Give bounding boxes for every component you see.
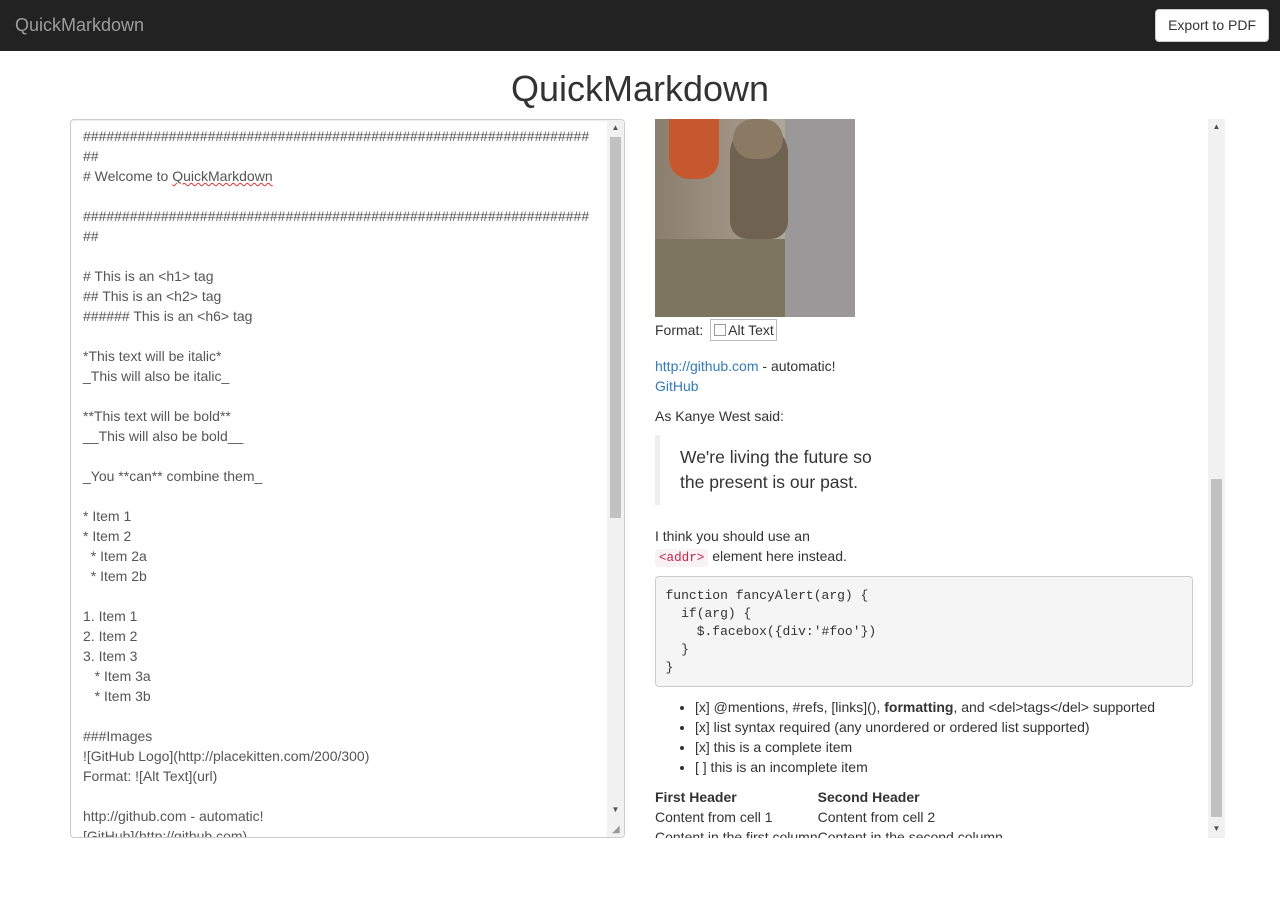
editor-scroll-thumb[interactable] <box>610 137 621 518</box>
autolink-suffix: - automatic! <box>758 358 836 374</box>
format-label: Format: <box>655 322 704 338</box>
editor-line: _This will also be italic_ <box>83 368 230 384</box>
scroll-down-arrow-icon[interactable]: ▼ <box>607 802 624 818</box>
editor-line: # This is an <h1> tag <box>83 268 214 284</box>
autolink-line: http://github.com - automatic! <box>655 356 836 376</box>
blockquote: We're living the future so the present i… <box>655 435 920 505</box>
editor-line: * Item 1 <box>83 508 132 524</box>
editor-line: *This text will be italic* <box>83 348 222 364</box>
editor-line: 1. Item 1 <box>83 608 138 624</box>
editor-line: _You **can** combine them_ <box>83 468 263 484</box>
table-cell: Content from cell 2 <box>817 809 936 825</box>
editor-line: ########################################… <box>83 208 590 224</box>
broken-image-alt: Alt Text <box>710 319 777 341</box>
markdown-table: First Header Second Header Content from … <box>655 787 1003 838</box>
table-cell: Content in the second column <box>817 829 1003 838</box>
editor-line: ###Images <box>83 728 153 744</box>
editor-line: ###### This is an <h6> tag <box>83 308 253 324</box>
resize-grip-icon[interactable]: ◢ <box>612 825 622 835</box>
editor-line: Format: ![Alt Text](url) <box>83 768 218 784</box>
editor-line: 3. Item 3 <box>83 648 138 664</box>
page-title: QuickMarkdown <box>510 68 770 109</box>
table-header: Second Header <box>817 789 920 805</box>
editor-line: ## <box>83 228 99 244</box>
preview-scrollbar[interactable]: ▲ ▼ <box>1208 119 1225 838</box>
list-item: [ ] this is an incomplete item <box>695 757 1215 777</box>
editor-line: [GitHub](http://github.com) <box>83 828 248 838</box>
kitten-image <box>655 119 855 317</box>
editor-line: * Item 2a <box>83 548 147 564</box>
editor-text[interactable]: ########################################… <box>83 126 603 838</box>
list-item: [x] list syntax required (any unordered … <box>695 717 1215 737</box>
brand[interactable]: QuickMarkdown <box>15 15 144 35</box>
list-item: [x] @mentions, #refs, [links](), formatt… <box>695 697 1215 717</box>
editor-line: ## <box>83 148 99 164</box>
editor-line: http://github.com - automatic! <box>83 808 264 824</box>
format-line: Format: Alt Text <box>655 319 777 341</box>
list-item: [x] this is a complete item <box>695 737 1215 757</box>
export-pdf-button[interactable]: Export to PDF <box>1155 9 1269 42</box>
github-link[interactable]: GitHub <box>655 378 699 394</box>
table-cell: Content in the first column <box>655 829 818 838</box>
addr-text-after: element here instead. <box>708 548 847 564</box>
editor-line: 2. Item 2 <box>83 628 138 644</box>
table-cell: Content from cell 1 <box>655 809 773 825</box>
editor-scrollbar[interactable]: ▲ ▼ <box>607 120 624 837</box>
preview-scroll-thumb[interactable] <box>1211 479 1222 817</box>
markdown-editor[interactable]: ########################################… <box>70 119 625 838</box>
editor-line: * Item 3a <box>83 668 151 684</box>
table-row: Content from cell 1 Content from cell 2 <box>655 807 1003 827</box>
table-header: First Header <box>655 789 737 805</box>
scroll-up-arrow-icon[interactable]: ▲ <box>607 120 624 136</box>
editor-line: **This text will be bold** <box>83 408 231 424</box>
addr-text-before: I think you should use an <box>655 528 810 544</box>
addr-paragraph: I think you should use an <addr> element … <box>655 526 875 568</box>
task-list: [x] @mentions, #refs, [links](), formatt… <box>655 697 1215 777</box>
scroll-down-arrow-icon[interactable]: ▼ <box>1208 821 1225 837</box>
addr-code: <addr> <box>655 549 709 567</box>
editor-line: ## This is an <h2> tag <box>83 288 222 304</box>
editor-line: __This will also be bold__ <box>83 428 244 444</box>
editor-line: # Welcome to QuickMarkdown <box>83 168 273 184</box>
editor-line: * Item 2 <box>83 528 132 544</box>
editor-line: * Item 2b <box>83 568 147 584</box>
github-autolink[interactable]: http://github.com <box>655 358 759 374</box>
table-row: Content in the first column Content in t… <box>655 827 1003 838</box>
editor-line: ![GitHub Logo](http://placekitten.com/20… <box>83 748 370 764</box>
markdown-preview: Format: Alt Text http://github.com - aut… <box>655 119 1225 838</box>
editor-line: ########################################… <box>83 128 590 144</box>
scroll-up-arrow-icon[interactable]: ▲ <box>1208 119 1225 135</box>
code-block: function fancyAlert(arg) { if(arg) { $.f… <box>655 576 1193 687</box>
navbar: QuickMarkdown Export to PDF <box>0 0 1280 51</box>
editor-line: * Item 3b <box>83 688 151 704</box>
kanye-intro: As Kanye West said: <box>655 408 784 424</box>
table-header-row: First Header Second Header <box>655 787 1003 807</box>
